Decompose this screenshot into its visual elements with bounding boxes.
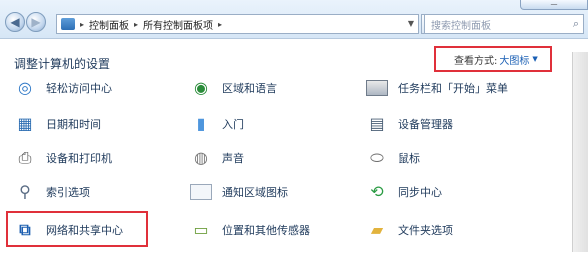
item-label: 设备和打印机: [46, 152, 112, 165]
taskbar-icon: [366, 80, 388, 96]
item-label: 设备管理器: [398, 118, 453, 131]
forward-button[interactable]: ▶: [26, 12, 46, 32]
getting-started-icon: ▮: [196, 114, 206, 133]
item-label: 位置和其他传感器: [222, 224, 310, 237]
item-getting-started[interactable]: ▮ 入门: [190, 111, 244, 137]
view-by-label: 查看方式:: [454, 55, 498, 67]
item-region-language[interactable]: ◉ 区域和语言: [190, 75, 277, 101]
item-ease-of-access[interactable]: ◎ 轻松访问中心: [14, 75, 112, 101]
network-icon: ⧉: [19, 220, 31, 239]
breadcrumb-separator: ▸: [218, 19, 223, 29]
item-label: 网络和共享中心: [46, 224, 123, 237]
breadcrumb-control-panel[interactable]: 控制面板: [89, 17, 129, 32]
item-label: 索引选项: [46, 186, 90, 199]
globe-icon: ◉: [194, 78, 208, 97]
address-dropdown-icon[interactable]: ▼: [408, 19, 414, 28]
search-icon[interactable]: ⌕: [573, 17, 579, 31]
item-folder-options[interactable]: ▰ 文件夹选项: [366, 217, 453, 243]
device-manager-icon: ▤: [369, 114, 385, 133]
search-input[interactable]: 搜索控制面板 ⌕: [424, 14, 584, 34]
item-taskbar-start-menu[interactable]: 任务栏和「开始」菜单: [366, 75, 508, 101]
back-button[interactable]: ◀: [5, 12, 25, 32]
item-mouse[interactable]: ⬭ 鼠标: [366, 145, 420, 171]
item-label: 区域和语言: [222, 82, 277, 95]
window-chrome: — ◀ ▶ ▸ 控制面板 ▸ 所有控制面板项 ▸ ▼ ⟳ 搜索控制面板 ⌕: [0, 0, 588, 39]
dropdown-arrow-icon[interactable]: ▼: [532, 55, 537, 63]
forward-arrow-icon: ▶: [31, 15, 41, 29]
item-label: 同步中心: [398, 186, 442, 199]
item-label: 文件夹选项: [398, 224, 453, 237]
item-label: 任务栏和「开始」菜单: [398, 82, 508, 95]
content-area: 调整计算机的设置 查看方式: 大图标 ▼ ◎ 轻松访问中心 ◉ 区域和语言 任务…: [0, 39, 588, 253]
item-label: 通知区域图标: [222, 186, 288, 199]
mouse-icon: ⬭: [370, 148, 384, 167]
view-by-dropdown[interactable]: 大图标: [499, 52, 529, 67]
view-by-control: 查看方式: 大图标 ▼: [434, 46, 552, 72]
address-bar[interactable]: ▸ 控制面板 ▸ 所有控制面板项 ▸ ▼: [56, 14, 419, 34]
item-label: 轻松访问中心: [46, 82, 112, 95]
printer-icon: ⎙: [18, 148, 32, 167]
item-date-time[interactable]: ▦ 日期和时间: [14, 111, 101, 137]
breadcrumb-separator: ▸: [134, 19, 139, 29]
item-location-sensors[interactable]: ▭ 位置和其他传感器: [190, 217, 310, 243]
item-label: 声音: [222, 152, 244, 165]
scrollbar[interactable]: [572, 52, 588, 252]
control-panel-icon: [61, 18, 75, 30]
breadcrumb-all-items[interactable]: 所有控制面板项: [143, 17, 213, 32]
item-label: 入门: [222, 118, 244, 131]
sensor-icon: ▭: [193, 220, 209, 239]
sync-icon: ⟲: [370, 182, 384, 201]
indexing-icon: ⚲: [19, 182, 31, 201]
item-network-sharing-center[interactable]: ⧉ 网络和共享中心: [14, 217, 123, 243]
speaker-icon: ◍: [194, 148, 208, 167]
ease-of-access-icon: ◎: [18, 78, 32, 97]
page-title: 调整计算机的设置: [14, 57, 111, 71]
item-sync-center[interactable]: ⟲ 同步中心: [366, 179, 442, 205]
search-placeholder: 搜索控制面板: [431, 20, 491, 32]
folder-icon: ▰: [370, 220, 384, 239]
item-indexing-options[interactable]: ⚲ 索引选项: [14, 179, 90, 205]
item-devices-printers[interactable]: ⎙ 设备和打印机: [14, 145, 112, 171]
item-notification-area-icons[interactable]: 通知区域图标: [190, 179, 288, 205]
item-label: 日期和时间: [46, 118, 101, 131]
item-device-manager[interactable]: ▤ 设备管理器: [366, 111, 453, 137]
item-label: 鼠标: [398, 152, 420, 165]
window-controls[interactable]: —: [520, 0, 588, 10]
breadcrumb-separator: ▸: [80, 19, 85, 29]
back-arrow-icon: ◀: [10, 15, 20, 29]
item-sound[interactable]: ◍ 声音: [190, 145, 244, 171]
clock-icon: ▦: [17, 114, 33, 133]
notification-tray-icon: [190, 184, 212, 200]
